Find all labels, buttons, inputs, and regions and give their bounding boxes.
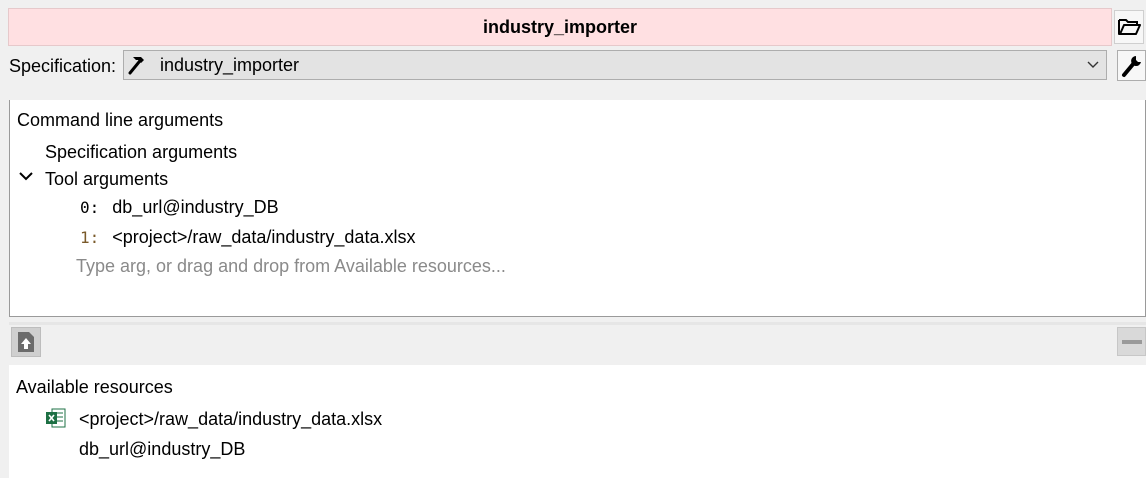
tool-argument-item[interactable]: 0: db_url@industry_DB xyxy=(80,196,279,219)
command-line-arguments-header: Command line arguments xyxy=(17,110,224,130)
chevron-down-icon xyxy=(1080,51,1106,79)
tool-title-bar: industry_importer xyxy=(8,8,1112,46)
folder-open-icon xyxy=(1118,19,1141,35)
argument-index: 0: xyxy=(80,198,100,217)
file-up-arrow-icon xyxy=(18,332,34,352)
available-resources-header: Available resources xyxy=(16,377,173,397)
edit-specification-button[interactable] xyxy=(1117,50,1146,81)
argument-input-placeholder[interactable]: Type arg, or drag and drop from Availabl… xyxy=(76,255,506,277)
argument-value: db_url@industry_DB xyxy=(112,197,279,217)
specification-dropdown[interactable]: industry_importer xyxy=(123,50,1107,80)
resource-item[interactable]: <project>/raw_data/industry_data.xlsx xyxy=(79,408,382,430)
specification-label: Specification: xyxy=(9,56,117,76)
open-folder-button[interactable] xyxy=(1114,10,1144,44)
resource-item[interactable]: db_url@industry_DB xyxy=(79,438,245,460)
argument-index: 1: xyxy=(80,228,100,247)
tool-title: industry_importer xyxy=(482,16,638,37)
argument-value: <project>/raw_data/industry_data.xlsx xyxy=(112,227,416,247)
splitter-handle[interactable] xyxy=(9,322,1146,325)
chevron-down-icon[interactable] xyxy=(18,170,34,188)
command-line-arguments-panel: Command line arguments Specification arg… xyxy=(9,100,1146,317)
add-argument-button[interactable] xyxy=(11,327,41,357)
excel-file-icon xyxy=(46,408,66,433)
minus-icon xyxy=(1121,339,1142,344)
hammer-icon xyxy=(124,51,154,79)
tool-arguments-node[interactable]: Tool arguments xyxy=(45,168,168,190)
tool-argument-item[interactable]: 1: <project>/raw_data/industry_data.xlsx xyxy=(80,226,415,249)
wrench-icon xyxy=(1121,55,1141,77)
available-resources-panel: Available resources <project>/raw_data/i… xyxy=(9,365,1146,478)
specification-selected-value: industry_importer xyxy=(160,54,300,75)
specification-arguments-node[interactable]: Specification arguments xyxy=(45,141,237,163)
remove-argument-button[interactable] xyxy=(1117,327,1146,356)
